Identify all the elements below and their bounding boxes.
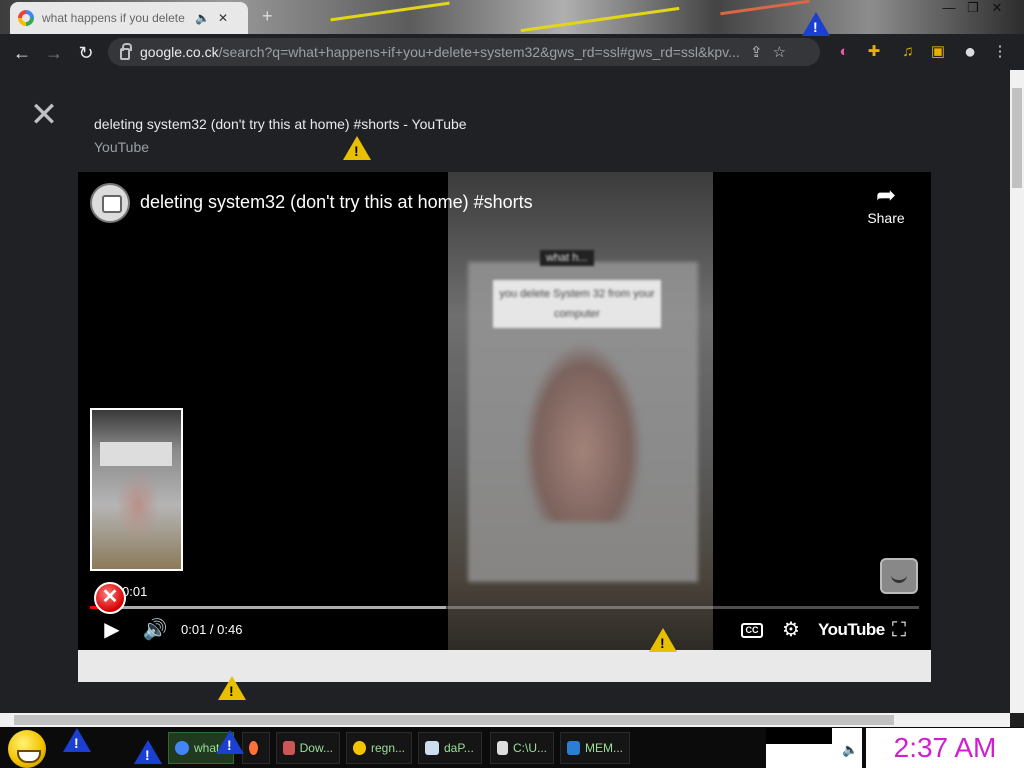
progress-buffered — [90, 606, 446, 609]
tab-title: what happens if you delete s — [42, 11, 187, 25]
extensions-puzzle-icon[interactable]: ✚ — [862, 40, 886, 64]
vertical-scroll-thumb[interactable] — [1012, 88, 1022, 188]
time-display: 0:01 / 0:46 — [181, 622, 243, 637]
video-hand — [523, 342, 643, 522]
browser-tab[interactable]: what happens if you delete s 🔈 ✕ — [10, 2, 248, 34]
result-title[interactable]: deleting system32 (don't try this at hom… — [94, 116, 467, 132]
forward-icon[interactable]: → — [42, 41, 66, 65]
taskbar-item-label: Dow... — [299, 741, 333, 755]
warning-icon — [343, 136, 371, 160]
warning-icon — [63, 728, 91, 752]
warning-icon — [218, 676, 246, 700]
taskbar-item[interactable]: Dow... — [276, 732, 340, 764]
wallpaper-scribble — [330, 1, 450, 22]
seek-preview-thumbnail — [90, 408, 183, 571]
maximize-button[interactable]: ❐ — [962, 0, 984, 16]
share-label: Share — [867, 210, 905, 226]
wallpaper-scribble — [720, 0, 810, 16]
thumbnail-paper — [100, 442, 172, 466]
taskbar-item-label: MEM... — [585, 741, 623, 755]
share-page-icon[interactable]: ⇪ — [750, 43, 763, 61]
menu-kebab-icon[interactable]: ⋮ — [988, 40, 1012, 64]
taskbar-item[interactable]: C:\U... — [490, 732, 554, 764]
error-x-icon: ✕ — [94, 582, 126, 614]
filezilla-icon — [497, 741, 508, 755]
wallpaper-scribble — [520, 6, 680, 33]
chrome-icon — [175, 741, 189, 755]
memory-icon — [567, 741, 580, 755]
below-player-strip — [78, 650, 931, 682]
back-icon[interactable]: ← — [10, 41, 34, 65]
video-caption-top: what h... — [540, 250, 594, 266]
play-icon[interactable]: ▶ — [100, 618, 124, 642]
warning-icon — [216, 730, 244, 754]
speaker-icon[interactable]: 🔈 — [195, 11, 210, 25]
warning-icon — [134, 740, 162, 764]
captions-button[interactable]: CC — [741, 623, 763, 638]
profile-avatar-icon[interactable]: ● — [958, 40, 982, 64]
thumbnail-hand — [116, 470, 160, 540]
google-favicon-icon — [18, 10, 34, 26]
tray-volume-icon[interactable]: 🔈 — [842, 742, 858, 758]
video-frame[interactable]: what h... you delete System 32 from your… — [448, 172, 713, 650]
horizontal-scroll-thumb[interactable] — [14, 715, 894, 725]
settings-gear-icon[interactable]: ⚙ — [778, 618, 804, 642]
lock-icon[interactable] — [120, 42, 132, 60]
download-icon — [283, 741, 295, 755]
warning-icon — [649, 628, 677, 652]
smiley-icon — [353, 741, 366, 755]
url-text[interactable]: google.co.ck/search?q=what+happens+if+yo… — [140, 44, 740, 60]
new-tab-button[interactable]: + — [262, 6, 273, 27]
close-window-button[interactable]: ✕ — [986, 0, 1008, 16]
minimize-button[interactable]: — — [938, 0, 960, 15]
notepad-icon — [425, 741, 439, 755]
taskbar-item[interactable] — [242, 732, 270, 764]
channel-avatar[interactable] — [90, 183, 130, 223]
youtube-logo[interactable]: YouTube — [818, 620, 885, 640]
volume-icon[interactable]: 🔊 — [142, 618, 168, 642]
side-panel-icon[interactable]: ▣ — [926, 40, 950, 64]
close-overlay-icon[interactable]: ✕ — [28, 98, 60, 132]
share-button[interactable]: ➦ Share — [862, 182, 910, 226]
taskbar-item-label: C:\U... — [512, 741, 547, 755]
extension-flag-icon[interactable]: ◐ — [832, 40, 856, 64]
taskbar-item[interactable]: daP... — [418, 732, 482, 764]
share-arrow-icon: ➦ — [875, 182, 897, 209]
taskbar-item-label: daP... — [444, 741, 474, 755]
warning-icon — [802, 12, 830, 36]
taskbar-clock[interactable]: 2:37 AM — [866, 728, 1024, 768]
firefox-icon — [249, 741, 258, 755]
address-bar[interactable]: google.co.ck/search?q=what+happens+if+yo… — [108, 38, 820, 66]
video-title[interactable]: deleting system32 (don't try this at hom… — [140, 192, 533, 213]
video-player[interactable]: what h... you delete System 32 from your… — [78, 172, 931, 650]
video-caption-bottom: you delete System 32 from your computer — [493, 280, 661, 328]
taskbar-item-label: regn... — [370, 741, 405, 755]
taskbar-item[interactable]: regn... — [346, 732, 412, 764]
start-button-smiley-icon[interactable] — [8, 730, 46, 768]
bookmark-star-icon[interactable]: ☆ — [773, 43, 786, 61]
robot-icon — [880, 558, 918, 594]
reload-icon[interactable]: ↻ — [74, 41, 98, 65]
tray-black-bar — [766, 728, 832, 744]
media-control-icon[interactable]: ♫ — [896, 40, 920, 64]
result-source: YouTube — [94, 139, 150, 155]
fullscreen-icon[interactable]: ⛶ — [886, 618, 912, 642]
taskbar-item[interactable]: MEM... — [560, 732, 630, 764]
tab-close-button[interactable]: ✕ — [218, 11, 228, 25]
